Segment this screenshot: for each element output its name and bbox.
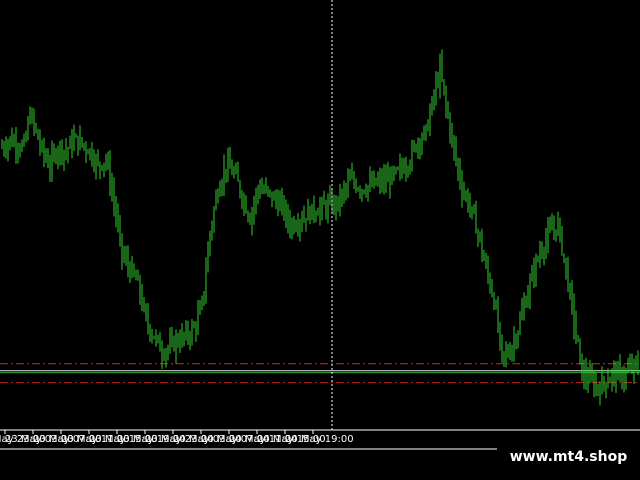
watermark-text: www.mt4.shop	[497, 443, 640, 471]
price-chart[interactable]: 22 May 23:0023 May 03:0023 May 07:0023 M…	[0, 0, 640, 480]
chart-canvas[interactable]: 22 May 23:0023 May 03:0023 May 07:0023 M…	[0, 0, 640, 480]
tick-label: 24 May 19:00	[285, 434, 354, 445]
chart-background	[0, 0, 640, 480]
